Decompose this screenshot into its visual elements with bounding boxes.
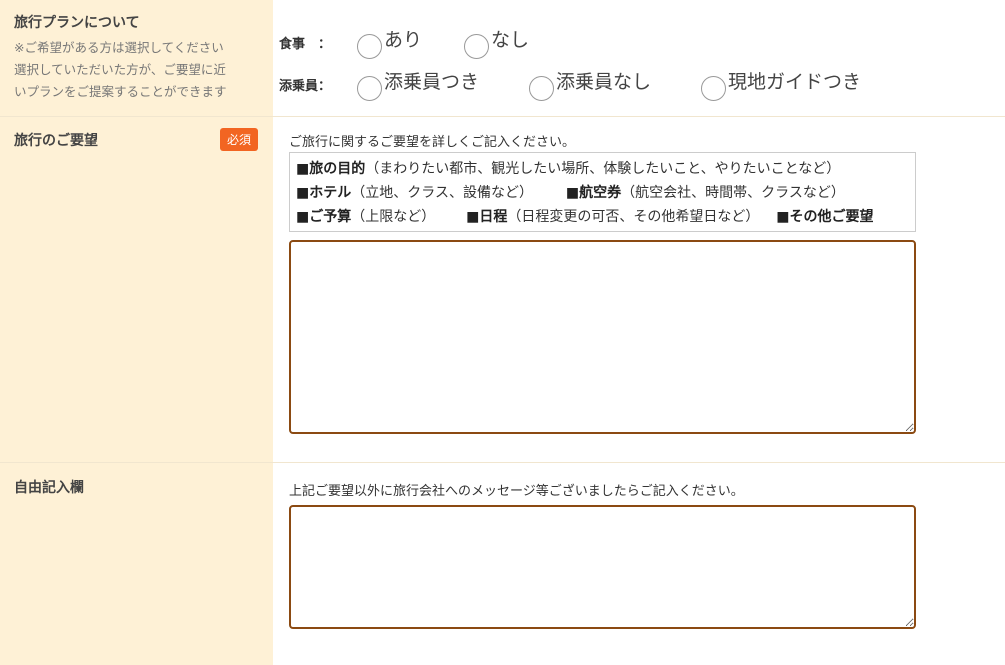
free-entry-description: 上記ご要望以外に旅行会社へのメッセージ等ございましたらご記入ください。: [289, 484, 744, 499]
free-entry-content-cell: 上記ご要望以外に旅行会社へのメッセージ等ございましたらご記入ください。: [273, 463, 1005, 665]
escort-options: 添乗員： 添乗員つき 添乗員なし 現地ガイドつき: [279, 68, 861, 101]
travel-plan-label-cell: 旅行プランについて ※ご希望がある方は選択してください 選択していただいた方が、…: [0, 0, 273, 116]
escort-option-with[interactable]: 添乗員つき: [357, 68, 479, 101]
escort-option-local-guide-label: 現地ガイドつき: [728, 71, 862, 93]
travel-request-description: ご旅行に関するご要望を詳しくご記入ください。: [289, 135, 576, 150]
required-badge: 必須: [220, 128, 259, 151]
guide-hotel-text: （立地、クラス、設備など）: [351, 185, 533, 201]
free-entry-textarea[interactable]: [289, 505, 916, 629]
guide-hotel-heading: ■ホテル: [296, 185, 352, 201]
meal-option-yes-label: あり: [384, 29, 423, 51]
travel-plan-note: ※ご希望がある方は選択してください 選択していただいた方が、ご要望に近 いプラン…: [14, 37, 264, 103]
radio-circle-icon[interactable]: [357, 34, 382, 59]
meal-option-no-label: なし: [491, 29, 530, 51]
escort-label: 添乗員：: [279, 79, 332, 94]
escort-option-local-guide[interactable]: 現地ガイドつき: [701, 68, 861, 101]
request-guide-box: ■旅の目的（まわりたい都市、観光したい場所、体験したいこと、やりたいことなど） …: [289, 152, 916, 232]
guide-other-heading: ■その他ご要望: [776, 209, 874, 225]
travel-request-content-cell: ご旅行に関するご要望を詳しくご記入ください。 ■旅の目的（まわりたい都市、観光し…: [273, 117, 1005, 462]
radio-circle-icon[interactable]: [464, 34, 490, 59]
escort-option-with-label: 添乗員つき: [384, 71, 480, 93]
travel-plan-content-cell: 食事 ： あり なし 添乗員： 添乗員つき 添乗員なし 現地ガイドつき: [273, 0, 1005, 116]
guide-line: ■ホテル（立地、クラス、設備など） ■航空券（航空会社、時間帯、クラスなど）: [296, 181, 909, 205]
travel-request-row: 旅行のご要望 必須 ご旅行に関するご要望を詳しくご記入ください。 ■旅の目的（ま…: [0, 117, 1005, 463]
guide-flight-heading: ■航空券: [565, 185, 622, 201]
escort-option-without-label: 添乗員なし: [556, 71, 652, 93]
free-entry-row: 自由記入欄 上記ご要望以外に旅行会社へのメッセージ等ございましたらご記入ください…: [0, 463, 1005, 665]
radio-circle-icon[interactable]: [701, 76, 727, 101]
meal-options: 食事 ： あり なし: [279, 26, 529, 59]
guide-budget-text: （上限など）: [351, 209, 436, 225]
guide-line: ■旅の目的（まわりたい都市、観光したい場所、体験したいこと、やりたいことなど）: [296, 157, 909, 181]
meal-option-no[interactable]: なし: [464, 26, 529, 59]
escort-option-without[interactable]: 添乗員なし: [529, 68, 651, 101]
meal-label: 食事 ：: [279, 37, 332, 52]
free-entry-label-cell: 自由記入欄: [0, 463, 273, 665]
guide-line: ■ご予算（上限など） ■日程（日程変更の可否、その他希望日など） ■その他ご要望: [296, 205, 909, 229]
travel-plan-row: 旅行プランについて ※ご希望がある方は選択してください 選択していただいた方が、…: [0, 0, 1005, 117]
guide-purpose-text: （まわりたい都市、観光したい場所、体験したいこと、やりたいことなど）: [365, 161, 841, 177]
travel-request-title: 旅行のご要望: [14, 133, 98, 149]
travel-request-textarea[interactable]: [289, 240, 916, 434]
note-line: 選択していただいた方が、ご要望に近: [14, 62, 226, 77]
radio-circle-icon[interactable]: [357, 76, 382, 101]
guide-purpose-heading: ■旅の目的: [296, 161, 366, 177]
guide-budget-heading: ■ご予算: [296, 209, 352, 225]
radio-circle-icon[interactable]: [529, 76, 555, 101]
guide-schedule-heading: ■日程: [466, 209, 508, 225]
travel-plan-title: 旅行プランについて: [14, 15, 140, 31]
free-entry-title: 自由記入欄: [14, 480, 84, 496]
travel-request-label-cell: 旅行のご要望 必須: [0, 117, 273, 462]
note-line: いプランをご提案することができます: [14, 84, 227, 99]
meal-option-yes[interactable]: あり: [357, 26, 422, 59]
guide-schedule-text: （日程変更の可否、その他希望日など）: [507, 209, 760, 225]
guide-flight-text: （航空会社、時間帯、クラスなど）: [621, 185, 845, 201]
note-line: ※ご希望がある方は選択してください: [14, 40, 224, 55]
